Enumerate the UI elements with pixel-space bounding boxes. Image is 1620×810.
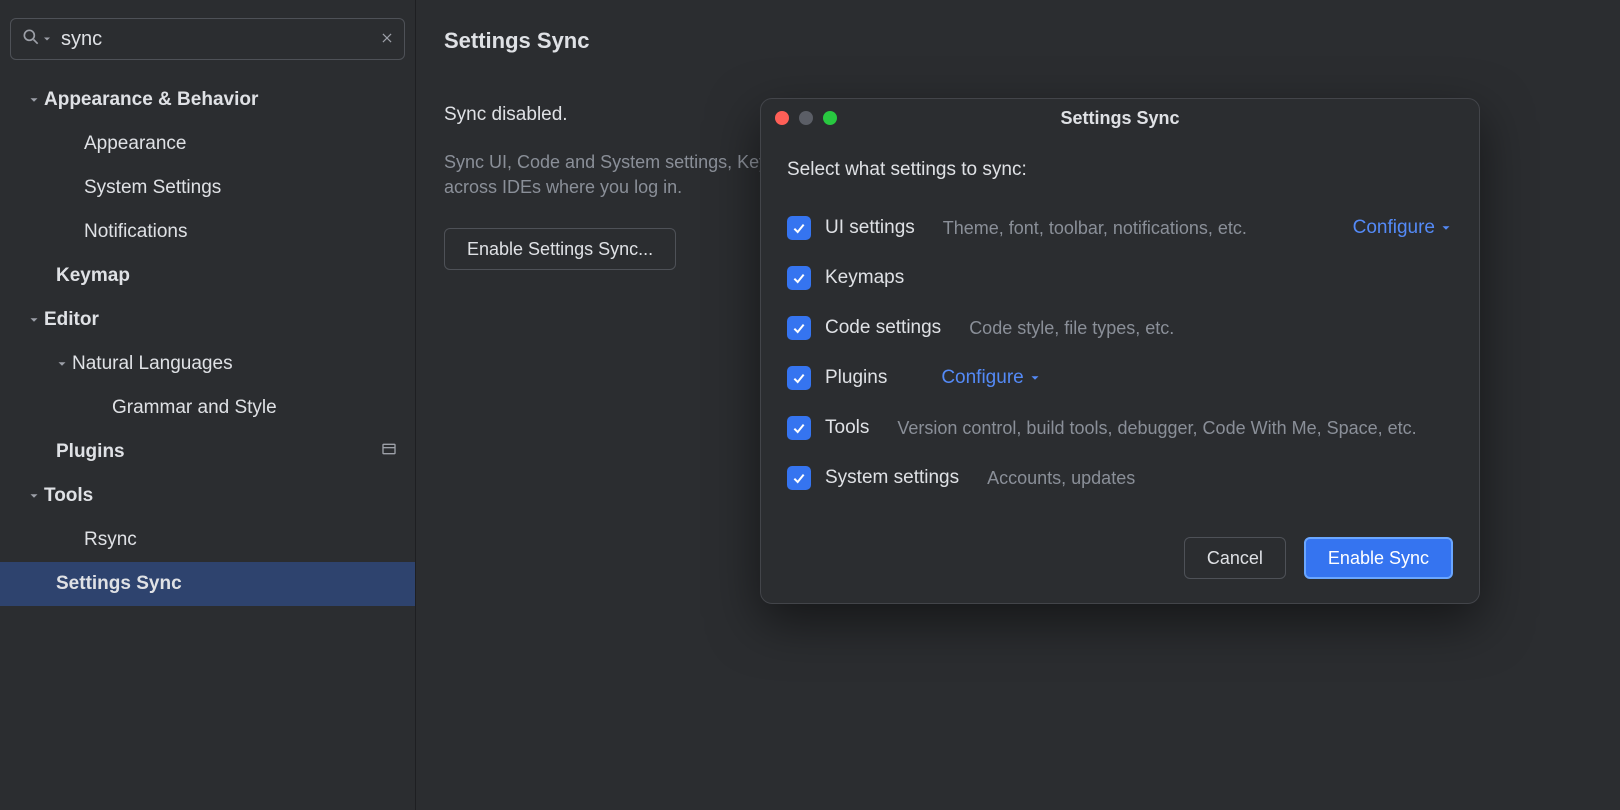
configure-plugins-link[interactable]: Configure [941,367,1041,389]
dialog-actions: Cancel Enable Sync [761,525,1479,603]
tree-item-editor[interactable]: Editor [0,298,415,342]
checkbox-tools[interactable] [787,416,811,440]
tree-label: Rsync [84,529,137,551]
chevron-down-icon [24,489,44,503]
tree-label: Keymap [56,265,130,287]
cancel-button[interactable]: Cancel [1184,537,1286,579]
option-code-settings: Code settings Code style, file types, et… [787,303,1453,353]
option-tools: Tools Version control, build tools, debu… [787,403,1453,453]
option-label: Code settings [825,317,941,339]
tree-label: Appearance & Behavior [44,89,258,111]
tree-item-appearance-behavior[interactable]: Appearance & Behavior [0,78,415,122]
tree-label: Notifications [84,221,188,243]
tree-item-system-settings[interactable]: System Settings [0,166,415,210]
option-keymaps: Keymaps [787,253,1453,303]
option-hint: Code style, file types, etc. [969,318,1174,339]
option-ui-settings: UI settings Theme, font, toolbar, notifi… [787,203,1453,253]
option-label: Plugins [825,367,887,389]
dialog-body: Select what settings to sync: UI setting… [761,137,1479,525]
tree-label: Natural Languages [72,353,233,375]
tree-label: Settings Sync [56,573,182,595]
window-icon [381,441,397,463]
search-icon [21,27,41,52]
close-window-icon[interactable] [775,111,789,125]
page-title: Settings Sync [444,28,1592,54]
checkbox-ui-settings[interactable] [787,216,811,240]
tree-item-rsync[interactable]: Rsync [0,518,415,562]
chevron-down-icon [52,357,72,371]
checkbox-code-settings[interactable] [787,316,811,340]
tree-item-keymap[interactable]: Keymap [0,254,415,298]
checkbox-plugins[interactable] [787,366,811,390]
option-label: Tools [825,417,869,439]
option-system-settings: System settings Accounts, updates [787,453,1453,503]
dialog-title: Settings Sync [1060,108,1179,129]
settings-tree: Appearance & Behavior Appearance System … [0,70,415,606]
search-input[interactable] [53,28,380,51]
dialog-prompt: Select what settings to sync: [787,159,1453,181]
tree-label: Plugins [56,441,125,463]
option-label: Keymaps [825,267,904,289]
settings-sidebar: Appearance & Behavior Appearance System … [0,0,416,810]
tree-item-appearance[interactable]: Appearance [0,122,415,166]
enable-sync-button[interactable]: Enable Sync [1304,537,1453,579]
tree-label: Editor [44,309,99,331]
tree-label: Appearance [84,133,186,155]
checkbox-system-settings[interactable] [787,466,811,490]
tree-item-plugins[interactable]: Plugins [0,430,415,474]
search-container [0,0,415,70]
tree-item-notifications[interactable]: Notifications [0,210,415,254]
settings-sync-dialog: Settings Sync Select what settings to sy… [760,98,1480,604]
option-hint: Version control, build tools, debugger, … [897,418,1416,439]
zoom-window-icon[interactable] [823,111,837,125]
minimize-window-icon[interactable] [799,111,813,125]
clear-icon[interactable] [380,29,394,50]
option-hint: Accounts, updates [987,468,1135,489]
tree-item-grammar-style[interactable]: Grammar and Style [0,386,415,430]
enable-settings-sync-button[interactable]: Enable Settings Sync... [444,228,676,270]
chevron-down-icon [24,93,44,107]
option-plugins: Plugins Configure [787,353,1453,403]
configure-ui-settings-link[interactable]: Configure [1353,217,1453,239]
option-label: UI settings [825,217,915,239]
dialog-titlebar: Settings Sync [761,99,1479,137]
chevron-down-icon[interactable] [41,29,53,50]
tree-label: System Settings [84,177,221,199]
tree-item-natural-languages[interactable]: Natural Languages [0,342,415,386]
search-box[interactable] [10,18,405,60]
window-controls [775,111,837,125]
checkbox-keymaps[interactable] [787,266,811,290]
option-hint: Theme, font, toolbar, notifications, etc… [943,218,1247,239]
option-label: System settings [825,467,959,489]
tree-label: Tools [44,485,93,507]
tree-item-settings-sync[interactable]: Settings Sync [0,562,415,606]
chevron-down-icon [24,313,44,327]
tree-item-tools[interactable]: Tools [0,474,415,518]
tree-label: Grammar and Style [112,397,277,419]
